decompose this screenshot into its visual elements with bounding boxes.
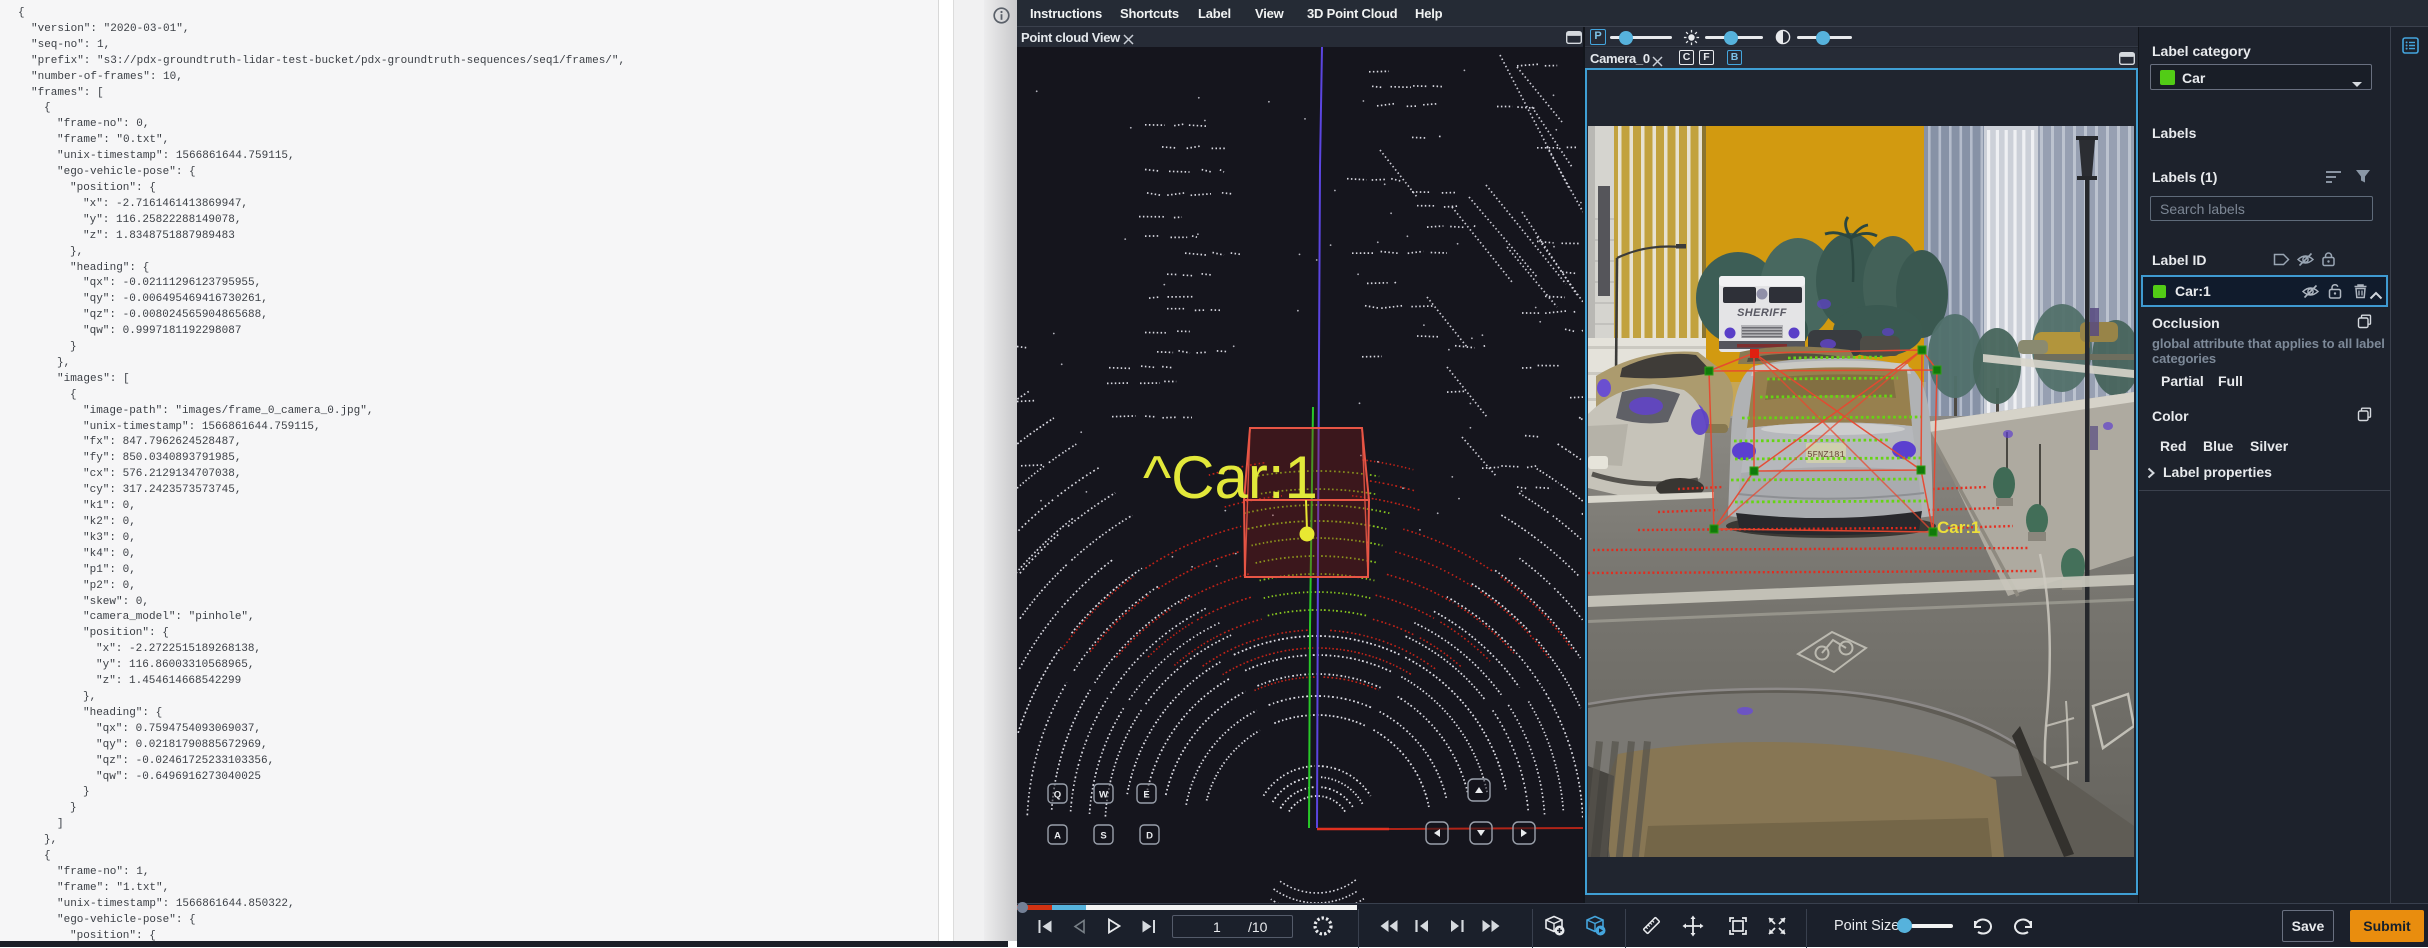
svg-text:Car:1: Car:1 bbox=[1937, 518, 1980, 537]
svg-text:^Car:1: ^Car:1 bbox=[1143, 444, 1318, 511]
svg-text:A: A bbox=[1054, 831, 1061, 842]
svg-text:SHERIFF: SHERIFF bbox=[1737, 307, 1787, 319]
svg-text:D: D bbox=[1146, 831, 1153, 842]
svg-text:E: E bbox=[1143, 790, 1149, 801]
svg-text:W: W bbox=[1099, 790, 1108, 801]
svg-text:Q: Q bbox=[1054, 790, 1061, 801]
svg-text:S: S bbox=[1100, 831, 1106, 842]
